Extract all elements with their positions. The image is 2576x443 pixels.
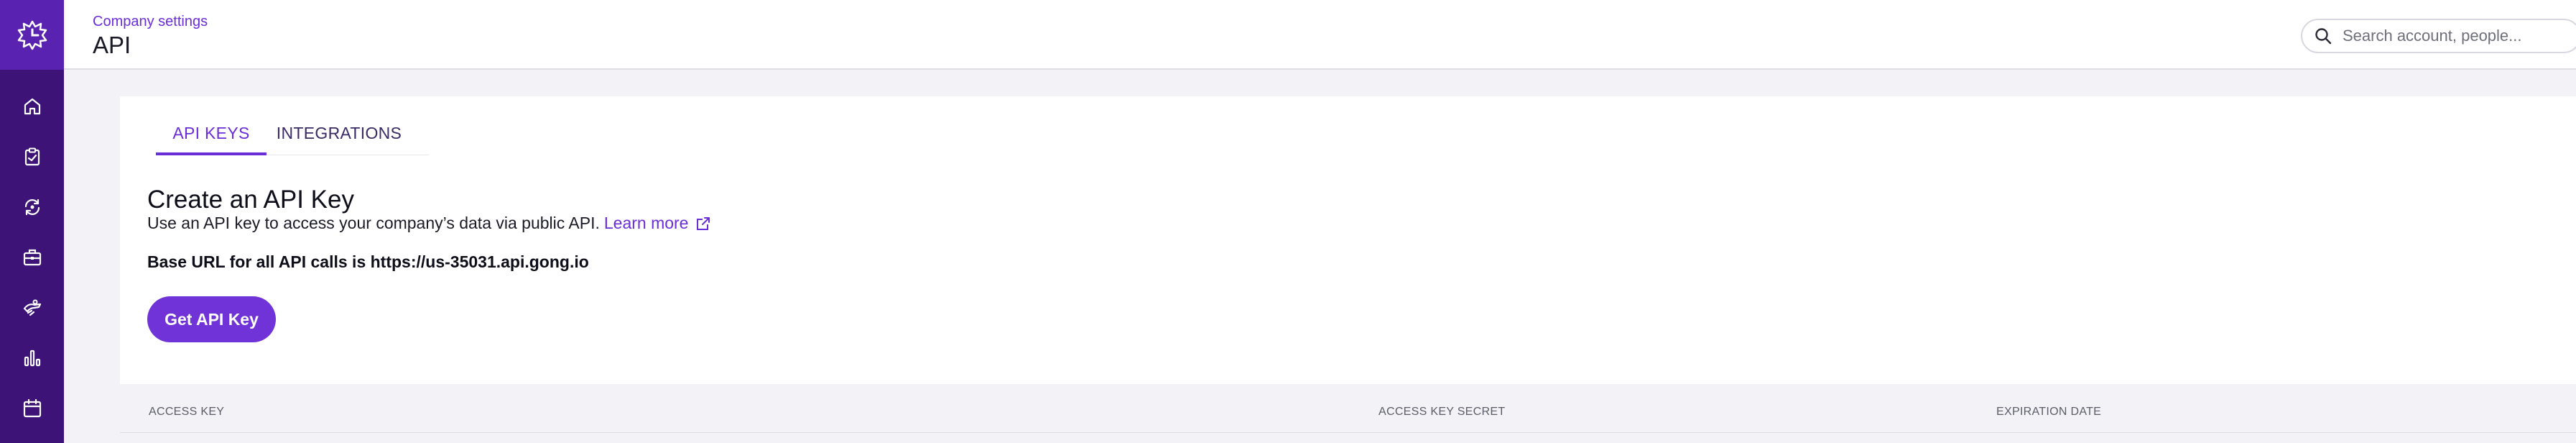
column-header-access-key[interactable]: ACCESS KEY <box>149 406 224 419</box>
sidebar <box>0 0 64 443</box>
sidebar-item-engage[interactable] <box>0 186 64 228</box>
search-icon <box>2315 28 2332 45</box>
get-api-key-button[interactable]: Get API Key <box>147 296 276 342</box>
logo[interactable] <box>0 0 64 70</box>
tab-api-keys[interactable]: API KEYS <box>156 121 267 155</box>
clipboard-check-icon <box>24 147 40 166</box>
briefcase-icon <box>23 249 41 266</box>
sidebar-item-calendar[interactable] <box>0 388 64 429</box>
search-box[interactable] <box>2301 19 2576 53</box>
bar-chart-icon <box>24 350 40 367</box>
sidebar-item-insights[interactable] <box>0 337 64 379</box>
gong-logo-icon <box>17 20 47 50</box>
section-title: Create an API Key <box>147 186 354 214</box>
description-text: Use an API key to access your company’s … <box>147 214 600 232</box>
section-description: Use an API key to access your company’s … <box>147 214 711 233</box>
refresh-cycle-icon <box>24 198 40 216</box>
sidebar-item-tasks[interactable] <box>0 136 64 178</box>
learn-more-label: Learn more <box>603 214 689 232</box>
sidebar-item-coaching[interactable] <box>0 287 64 329</box>
base-url-text: Base URL for all API calls is https://us… <box>147 252 589 271</box>
column-header-access-key-secret[interactable]: ACCESS KEY SECRET <box>1379 406 1505 419</box>
sidebar-item-home[interactable] <box>0 86 64 127</box>
search-input[interactable] <box>2343 27 2576 45</box>
calendar-icon <box>23 398 41 418</box>
api-settings-card: API KEYS INTEGRATIONS Create an API Key … <box>120 96 2576 384</box>
coaching-icon <box>23 299 41 316</box>
page-title: API <box>93 32 131 58</box>
external-link-icon <box>697 216 710 230</box>
breadcrumb[interactable]: Company settings <box>93 14 208 30</box>
tab-integrations[interactable]: INTEGRATIONS <box>277 121 402 155</box>
column-header-expiration-date[interactable]: EXPIRATION DATE <box>1996 406 2101 419</box>
api-keys-table-header: ACCESS KEY ACCESS KEY SECRET EXPIRATION … <box>120 401 2576 434</box>
table-divider <box>120 432 2576 433</box>
sidebar-item-deals[interactable] <box>0 237 64 278</box>
learn-more-link[interactable]: Learn more <box>604 214 712 233</box>
tab-bar: API KEYS INTEGRATIONS <box>156 121 429 155</box>
home-icon <box>24 98 40 115</box>
top-header: Company settings API <box>64 0 2576 70</box>
